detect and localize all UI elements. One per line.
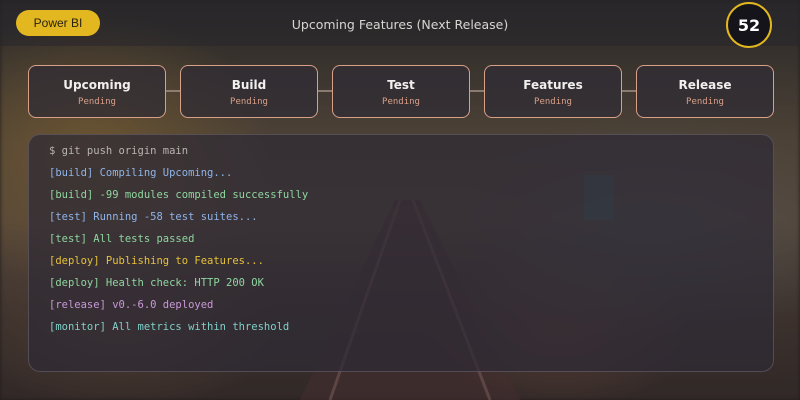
log-line: [monitor] All metrics within threshold xyxy=(49,321,290,333)
stage-name: Release xyxy=(678,77,732,92)
stage-name: Test xyxy=(387,77,415,92)
stage-status: Pending xyxy=(230,96,268,107)
log-line: [deploy] Publishing to Features... xyxy=(49,255,264,267)
log-line: [build] Compiling Upcoming... xyxy=(49,167,233,179)
log-line: [build] -99 modules compiled successfull… xyxy=(49,189,309,201)
stage-status: Pending xyxy=(78,96,116,107)
stage-status: Pending xyxy=(534,96,572,107)
top-bar: Power BI Upcoming Features (Next Release… xyxy=(0,0,800,48)
log-line: [release] v0.-6.0 deployed xyxy=(49,299,214,311)
log-line: [test] Running -58 test suites... xyxy=(49,211,258,223)
stage-card-upcoming[interactable]: Upcoming Pending xyxy=(28,65,166,118)
stage-name: Build xyxy=(231,77,267,92)
log-line: [test] All tests passed xyxy=(49,233,195,245)
log-line: $ git push origin main xyxy=(49,145,189,157)
stage-connector xyxy=(166,90,180,92)
stage-connector xyxy=(622,90,636,92)
log-line: [deploy] Health check: HTTP 200 OK xyxy=(49,277,264,289)
count-badge: 52 xyxy=(726,2,772,48)
stage-status: Pending xyxy=(686,96,724,107)
stage-status: Pending xyxy=(382,96,420,107)
stage-card-test[interactable]: Test Pending xyxy=(332,65,470,118)
stage-card-release[interactable]: Release Pending xyxy=(636,65,774,118)
stage-name: Features xyxy=(523,77,583,92)
stage-card-build[interactable]: Build Pending xyxy=(180,65,318,118)
stage-card-features[interactable]: Features Pending xyxy=(484,65,622,118)
stage-connector xyxy=(470,90,484,92)
page-title: Upcoming Features (Next Release) xyxy=(291,17,509,32)
stage-connector xyxy=(318,90,332,92)
terminal-log-panel: $ git push origin main [build] Compiling… xyxy=(28,134,774,372)
stage-name: Upcoming xyxy=(63,77,131,92)
